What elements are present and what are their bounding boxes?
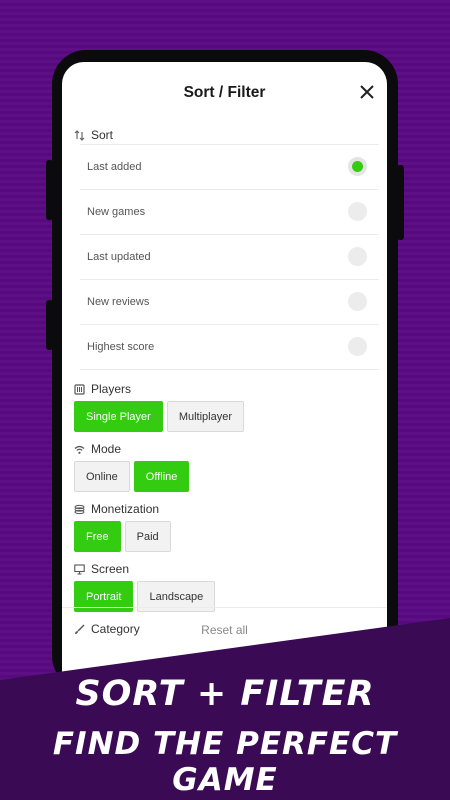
monitor-icon <box>74 563 85 575</box>
radio-unselected[interactable] <box>348 292 367 311</box>
chip-online[interactable]: Online <box>74 461 130 492</box>
sort-option-new-reviews[interactable]: New reviews <box>80 279 379 324</box>
sort-option-new-games[interactable]: New games <box>80 189 379 234</box>
coins-icon <box>74 504 85 514</box>
sort-option-label: Highest score <box>87 341 155 353</box>
sort-option-label: Last added <box>87 161 142 173</box>
banner-subheadline: FIND THE PERFECT GAME <box>52 726 398 798</box>
radio-unselected[interactable] <box>348 337 367 356</box>
sort-filter-modal: Sort / Filter Sort Last added New games … <box>62 62 387 682</box>
sort-options-list: Last added New games Last updated New re… <box>80 144 379 370</box>
modal-title: Sort / Filter <box>183 84 266 101</box>
mode-chips: Online Offline <box>62 461 387 492</box>
modal-header: Sort / Filter <box>62 62 387 126</box>
phone-side-button <box>46 300 53 350</box>
monetization-chips: Free Paid <box>62 521 387 552</box>
chip-paid[interactable]: Paid <box>124 521 171 552</box>
sort-option-last-added[interactable]: Last added <box>80 144 379 189</box>
players-label: Players <box>91 382 132 396</box>
players-chips: Single Player Multiplayer <box>62 401 387 432</box>
radio-selected[interactable] <box>348 157 367 176</box>
mode-label: Mode <box>91 442 122 456</box>
phone-side-button <box>397 165 404 240</box>
sort-label: Sort <box>91 128 114 142</box>
phone-side-button <box>46 160 53 220</box>
chip-single-player[interactable]: Single Player <box>74 401 163 432</box>
radio-unselected[interactable] <box>348 202 367 221</box>
banner-headline: SORT + FILTER <box>75 674 375 714</box>
players-icon <box>74 383 85 395</box>
reset-all-button[interactable]: Reset all <box>62 607 387 652</box>
radio-unselected[interactable] <box>348 247 367 266</box>
monetization-section-label: Monetization <box>62 500 387 518</box>
sort-option-label: New games <box>87 206 146 218</box>
sort-option-highest-score[interactable]: Highest score <box>80 324 379 370</box>
wifi-icon <box>74 445 85 454</box>
screen-section-label: Screen <box>62 560 387 578</box>
close-icon[interactable] <box>359 84 375 100</box>
sort-option-label: New reviews <box>87 296 150 308</box>
monetization-label: Monetization <box>91 502 160 516</box>
sort-icon <box>74 129 85 141</box>
chip-multiplayer[interactable]: Multiplayer <box>166 401 245 432</box>
chip-offline[interactable]: Offline <box>133 461 190 492</box>
sort-section-label: Sort <box>62 126 387 144</box>
sort-option-label: Last updated <box>87 251 151 263</box>
screen-label: Screen <box>91 562 130 576</box>
mode-section-label: Mode <box>62 440 387 458</box>
players-section-label: Players <box>62 380 387 398</box>
chip-free[interactable]: Free <box>74 521 121 552</box>
sort-option-last-updated[interactable]: Last updated <box>80 234 379 279</box>
